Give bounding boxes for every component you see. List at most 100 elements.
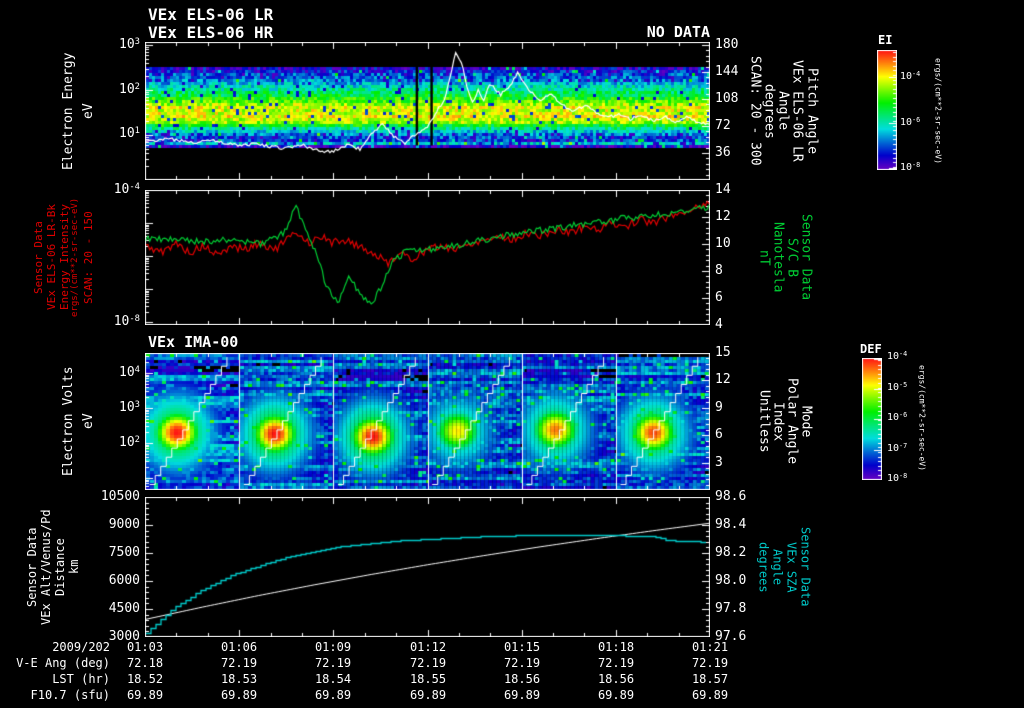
axis-label-line: Distance <box>53 538 67 596</box>
axis-label-line: Sensor Data <box>798 214 814 301</box>
lst-value-3: 18.55 <box>409 672 447 686</box>
axis-label-line: Angle <box>775 91 791 131</box>
axis-label-line: Sensor Data <box>25 527 39 607</box>
panel4-right-tick-4: 97.8 <box>715 601 747 616</box>
alt-sza-line-canvas <box>145 497 710 637</box>
panel4-left-tick-4: 4500 <box>108 601 140 616</box>
axis-label-line: nT <box>756 249 772 266</box>
f107-value-2: 69.89 <box>314 688 352 702</box>
axis-label-line: VEx Alt/Venus/Pd <box>39 509 53 625</box>
panel1-right-tick-2: 108 <box>715 91 739 106</box>
ima-spectrogram-canvas <box>145 353 710 490</box>
axis-label-line: km <box>67 559 81 575</box>
axis-label-line: VEx SZA <box>784 541 799 593</box>
panel2-right-tick-0: 14 <box>715 182 731 197</box>
colorbar-ei-tick-1: 10-6 <box>900 115 921 128</box>
colorbar-ei-tick-0: 10-4 <box>900 69 921 82</box>
colorbar-def-tick-0: 10-4 <box>887 349 908 362</box>
axis-label-line: degrees <box>761 83 777 139</box>
panel4-left-tick-1: 9000 <box>108 517 140 532</box>
els-spectrogram-canvas <box>145 42 710 180</box>
ve_ang-value-5: 72.19 <box>597 656 635 670</box>
panel3-right-tick-2: 9 <box>715 400 723 415</box>
panel4-left-tick-0: 10500 <box>100 489 140 504</box>
colorbar-def-tick-2: 10-6 <box>887 410 908 423</box>
axis-label-line: Sensor Data <box>32 221 45 294</box>
panel3-right-tick-4: 3 <box>715 455 723 470</box>
panel4-left-tick-2: 7500 <box>108 545 140 560</box>
ve_ang-value-0: 72.18 <box>126 656 164 670</box>
axis-label-line: Sensor Data <box>798 527 813 607</box>
bottom-row-label-2: F10.7 (sfu) <box>30 688 110 702</box>
page-title-els-lr: VEx ELS-06 LR <box>148 5 274 24</box>
times-value-0: 01:03 <box>126 640 164 654</box>
times-value-1: 01:06 <box>220 640 258 654</box>
f107-value-4: 69.89 <box>503 688 541 702</box>
colorbar-def-tick-1: 10-5 <box>887 380 908 393</box>
times-value-3: 01:12 <box>409 640 447 654</box>
panel4-right-tick-1: 98.4 <box>715 517 747 532</box>
panel4-right-tick-2: 98.2 <box>715 545 747 560</box>
panel3-right-tick-0: 15 <box>715 345 731 360</box>
times-value-2: 01:09 <box>314 640 352 654</box>
panel3-title: VEx IMA-00 <box>148 333 239 351</box>
panel3-right-tick-3: 6 <box>715 427 723 442</box>
panel1-right-tick-1: 144 <box>715 64 739 79</box>
colorbar-def-title: DEF <box>860 342 882 356</box>
bottom-row-label-1: LST (hr) <box>52 672 110 686</box>
axis-label-line: VEx ELS-06 LR <box>789 60 805 162</box>
f107-value-6: 69.89 <box>691 688 729 702</box>
times-value-5: 01:18 <box>597 640 635 654</box>
colorbar-ei-gradient <box>877 50 897 170</box>
colorbar-ei-title: EI <box>878 33 893 47</box>
panel2-right-tick-2: 10 <box>715 236 731 251</box>
panel1-right-tick-4: 36 <box>715 145 731 160</box>
axis-label-line: Nanotesla <box>770 222 786 293</box>
panel2-right-tick-3: 8 <box>715 263 723 278</box>
intensity-b-line-canvas <box>145 190 710 325</box>
colorbar-def-tick-4: 10-8 <box>887 471 908 484</box>
lst-value-6: 18.57 <box>691 672 729 686</box>
f107-value-0: 69.89 <box>126 688 164 702</box>
ve_ang-value-6: 72.19 <box>691 656 729 670</box>
panel2-right-tick-4: 6 <box>715 290 723 305</box>
axis-label-line: Unitless <box>756 390 772 453</box>
panel1-right-tick-0: 180 <box>715 37 739 52</box>
colorbar-def-tick-3: 10-7 <box>887 441 908 454</box>
axis-label-line: ergs/(cm**2-sr-sec-eV) <box>917 365 927 471</box>
page-title-els-hr: VEx ELS-06 HR <box>148 23 274 42</box>
date-label: 2009/202 <box>52 640 110 654</box>
times-value-4: 01:15 <box>503 640 541 654</box>
axis-label-line: SCAN: 20 - 150 <box>82 211 95 304</box>
axis-label-line: eV <box>81 413 96 430</box>
panel2-right-tick-1: 12 <box>715 209 731 224</box>
axis-label-line: Mode <box>798 405 814 438</box>
lst-value-2: 18.54 <box>314 672 352 686</box>
ve_ang-value-1: 72.19 <box>220 656 258 670</box>
bottom-row-label-0: V-E Ang (deg) <box>16 656 110 670</box>
axis-label-line: ergs/(cm**2-sr-sec-eV) <box>70 197 80 318</box>
panel4-right-tick-3: 98.0 <box>715 573 747 588</box>
ve_ang-value-3: 72.19 <box>409 656 447 670</box>
lst-value-5: 18.56 <box>597 672 635 686</box>
axis-label-line: VEx ELS-06 LR-Bk <box>45 204 58 311</box>
no-data-label: NO DATA <box>646 23 710 41</box>
axis-label-line: Pitch Angle <box>804 67 820 155</box>
panel4-left-tick-3: 6000 <box>108 573 140 588</box>
panel4-right-tick-0: 98.6 <box>715 489 747 504</box>
panel1-right-tick-3: 72 <box>715 118 731 133</box>
f107-value-5: 69.89 <box>597 688 635 702</box>
axis-label-line: Electron Energy <box>61 52 76 170</box>
ve_ang-value-4: 72.19 <box>503 656 541 670</box>
axis-label-line: degrees <box>756 541 771 593</box>
axis-label-line: ergs/(cm**2-sr-sec-eV) <box>933 58 943 164</box>
axis-label-line: Energy Intensity <box>58 204 71 311</box>
axis-label-line: Angle <box>770 548 785 586</box>
times-value-6: 01:21 <box>691 640 729 654</box>
panel3-right-tick-1: 12 <box>715 372 731 387</box>
colorbar-def-gradient <box>862 358 882 480</box>
lst-value-4: 18.56 <box>503 672 541 686</box>
vex-multi-panel-plot: VEx ELS-06 LR VEx ELS-06 HR NO DATA VEx … <box>0 0 1024 708</box>
axis-label-line: Index <box>770 401 786 442</box>
colorbar-ei-tick-2: 10-8 <box>900 160 921 173</box>
